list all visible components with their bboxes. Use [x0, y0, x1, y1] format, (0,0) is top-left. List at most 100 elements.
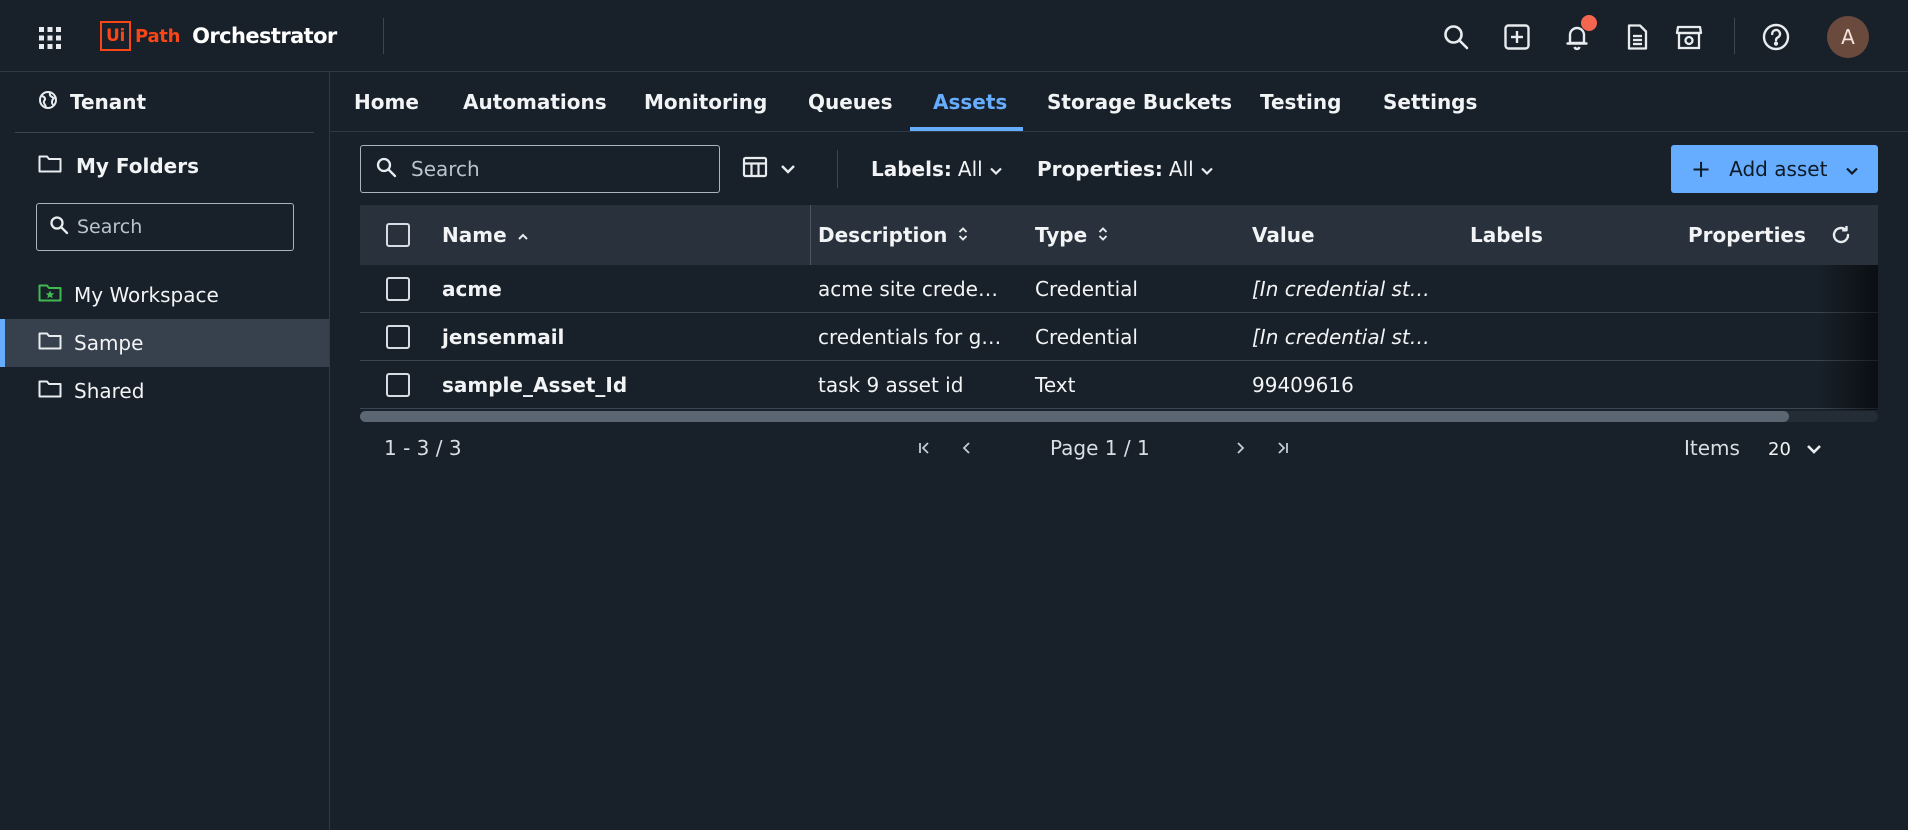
logo-path: Path	[135, 25, 181, 47]
asset-description: credentials for g…	[818, 325, 1002, 349]
next-page-icon[interactable]	[1226, 434, 1254, 462]
chevron-down-icon[interactable]	[1845, 157, 1859, 181]
add-asset-label: Add asset	[1729, 157, 1828, 181]
tab-home[interactable]: Home	[354, 72, 419, 132]
search-icon	[375, 156, 397, 182]
chevron-down-icon	[780, 160, 796, 179]
asset-value: 99409616	[1252, 373, 1354, 397]
plus-icon: +	[1691, 155, 1712, 183]
tab-settings[interactable]: Settings	[1383, 72, 1477, 132]
uipath-logo[interactable]: Ui Path Orchestrator	[100, 20, 337, 52]
tab-assets[interactable]: Assets	[933, 72, 1007, 132]
sidebar-item-shared[interactable]: Shared	[0, 367, 329, 415]
search-icon[interactable]	[1441, 22, 1471, 52]
horizontal-scrollbar-thumb[interactable]	[360, 411, 1789, 422]
column-header-label: Type	[1035, 223, 1088, 247]
table-row[interactable]: sample_Asset_Id task 9 asset id Text 994…	[360, 361, 1878, 409]
labels-filter-label: Labels:	[871, 157, 952, 181]
labels-filter[interactable]: Labels: All	[871, 151, 1003, 187]
sidebar-item-label: Sampe	[74, 331, 144, 355]
tab-queues[interactable]: Queues	[808, 72, 893, 132]
header-divider	[1734, 18, 1735, 54]
chevron-down-icon	[989, 157, 1003, 181]
select-all-checkbox[interactable]	[386, 223, 410, 247]
workspace-folder-icon	[38, 283, 62, 307]
sort-ascending-icon	[517, 223, 529, 247]
column-picker-button[interactable]	[742, 151, 810, 187]
previous-page-icon[interactable]	[953, 434, 981, 462]
row-checkbox[interactable]	[386, 277, 410, 301]
tab-monitoring[interactable]: Monitoring	[644, 72, 767, 132]
column-header-type[interactable]: Type	[1035, 205, 1109, 265]
document-icon[interactable]	[1622, 22, 1652, 52]
sidebar-item-sampe[interactable]: Sampe	[0, 319, 329, 367]
asset-type: Text	[1035, 373, 1076, 397]
active-tab-indicator	[910, 127, 1023, 131]
add-asset-button[interactable]: + Add asset	[1671, 145, 1878, 193]
grid-header: Name Description Type Value Labels Prope…	[360, 205, 1878, 265]
table-columns-icon	[742, 155, 768, 183]
asset-name[interactable]: sample_Asset_Id	[442, 361, 627, 409]
last-page-icon[interactable]	[1268, 434, 1296, 462]
asset-description: acme site crede…	[818, 277, 998, 301]
sidebar-item-label: My Workspace	[74, 283, 219, 307]
asset-type: Credential	[1035, 277, 1138, 301]
chevron-down-icon	[1805, 439, 1823, 460]
apps-grid-icon[interactable]	[38, 26, 62, 50]
logo-ui: Ui	[100, 21, 132, 51]
asset-name[interactable]: jensenmail	[442, 313, 564, 361]
row-checkbox-cell	[386, 313, 410, 361]
first-page-icon[interactable]	[911, 434, 939, 462]
user-avatar[interactable]: A	[1827, 16, 1869, 58]
column-header-name[interactable]: Name	[442, 205, 529, 265]
tab-testing[interactable]: Testing	[1260, 72, 1341, 132]
column-header-label: Description	[818, 223, 948, 247]
sidebar-divider	[15, 132, 314, 133]
top-bar: Ui Path Orchestrator A	[0, 0, 1908, 72]
tab-automations[interactable]: Automations	[463, 72, 607, 132]
store-icon[interactable]	[1674, 22, 1704, 52]
properties-filter-label: Properties:	[1037, 157, 1163, 181]
column-resize-handle[interactable]	[810, 205, 811, 265]
my-folders-header: My Folders	[38, 154, 199, 178]
folder-search-input[interactable]	[77, 216, 277, 238]
sidebar-item-label: Shared	[74, 379, 145, 403]
my-folders-label: My Folders	[76, 154, 199, 178]
toolbar-divider	[837, 150, 838, 188]
asset-value: [In credential st…	[1252, 277, 1430, 301]
folder-icon	[38, 331, 62, 355]
header-divider	[383, 18, 384, 54]
labels-filter-value: All	[957, 157, 983, 181]
properties-filter[interactable]: Properties: All	[1037, 151, 1214, 187]
table-row[interactable]: acme acme site crede… Credential [In cre…	[360, 265, 1878, 313]
row-checkbox[interactable]	[386, 325, 410, 349]
main-tabs: Home Automations Monitoring Queues Asset…	[330, 72, 1908, 132]
items-per-page-label: Items	[1684, 436, 1740, 460]
tab-storage-buckets[interactable]: Storage Buckets	[1047, 72, 1232, 132]
help-icon[interactable]	[1761, 22, 1791, 52]
refresh-icon[interactable]	[1830, 205, 1852, 265]
folder-icon	[38, 379, 62, 403]
add-square-icon[interactable]	[1502, 22, 1532, 52]
asset-search-input[interactable]	[411, 157, 691, 181]
folder-icon	[38, 154, 62, 178]
globe-icon	[38, 90, 58, 114]
asset-name[interactable]: acme	[442, 265, 502, 313]
column-header-description[interactable]: Description	[818, 205, 969, 265]
row-checkbox-cell	[386, 265, 410, 313]
folder-sidebar: Tenant My Folders My Workspace Sampe Sha…	[0, 72, 330, 830]
pagination-range: 1 - 3 / 3	[384, 436, 462, 460]
row-checkbox-cell	[386, 361, 410, 409]
column-header-properties: Properties	[1688, 223, 1806, 247]
asset-search-box[interactable]	[360, 145, 720, 193]
search-icon	[49, 215, 69, 239]
table-row[interactable]: jensenmail credentials for g… Credential…	[360, 313, 1878, 361]
tenant-selector[interactable]: Tenant	[38, 90, 146, 114]
asset-description: task 9 asset id	[818, 373, 964, 397]
folder-search-box[interactable]	[36, 203, 294, 251]
asset-value: [In credential st…	[1252, 325, 1430, 349]
items-per-page-select[interactable]: 20	[1768, 432, 1834, 466]
sort-icon	[957, 223, 969, 247]
sidebar-item-my-workspace[interactable]: My Workspace	[0, 271, 329, 319]
row-checkbox[interactable]	[386, 373, 410, 397]
